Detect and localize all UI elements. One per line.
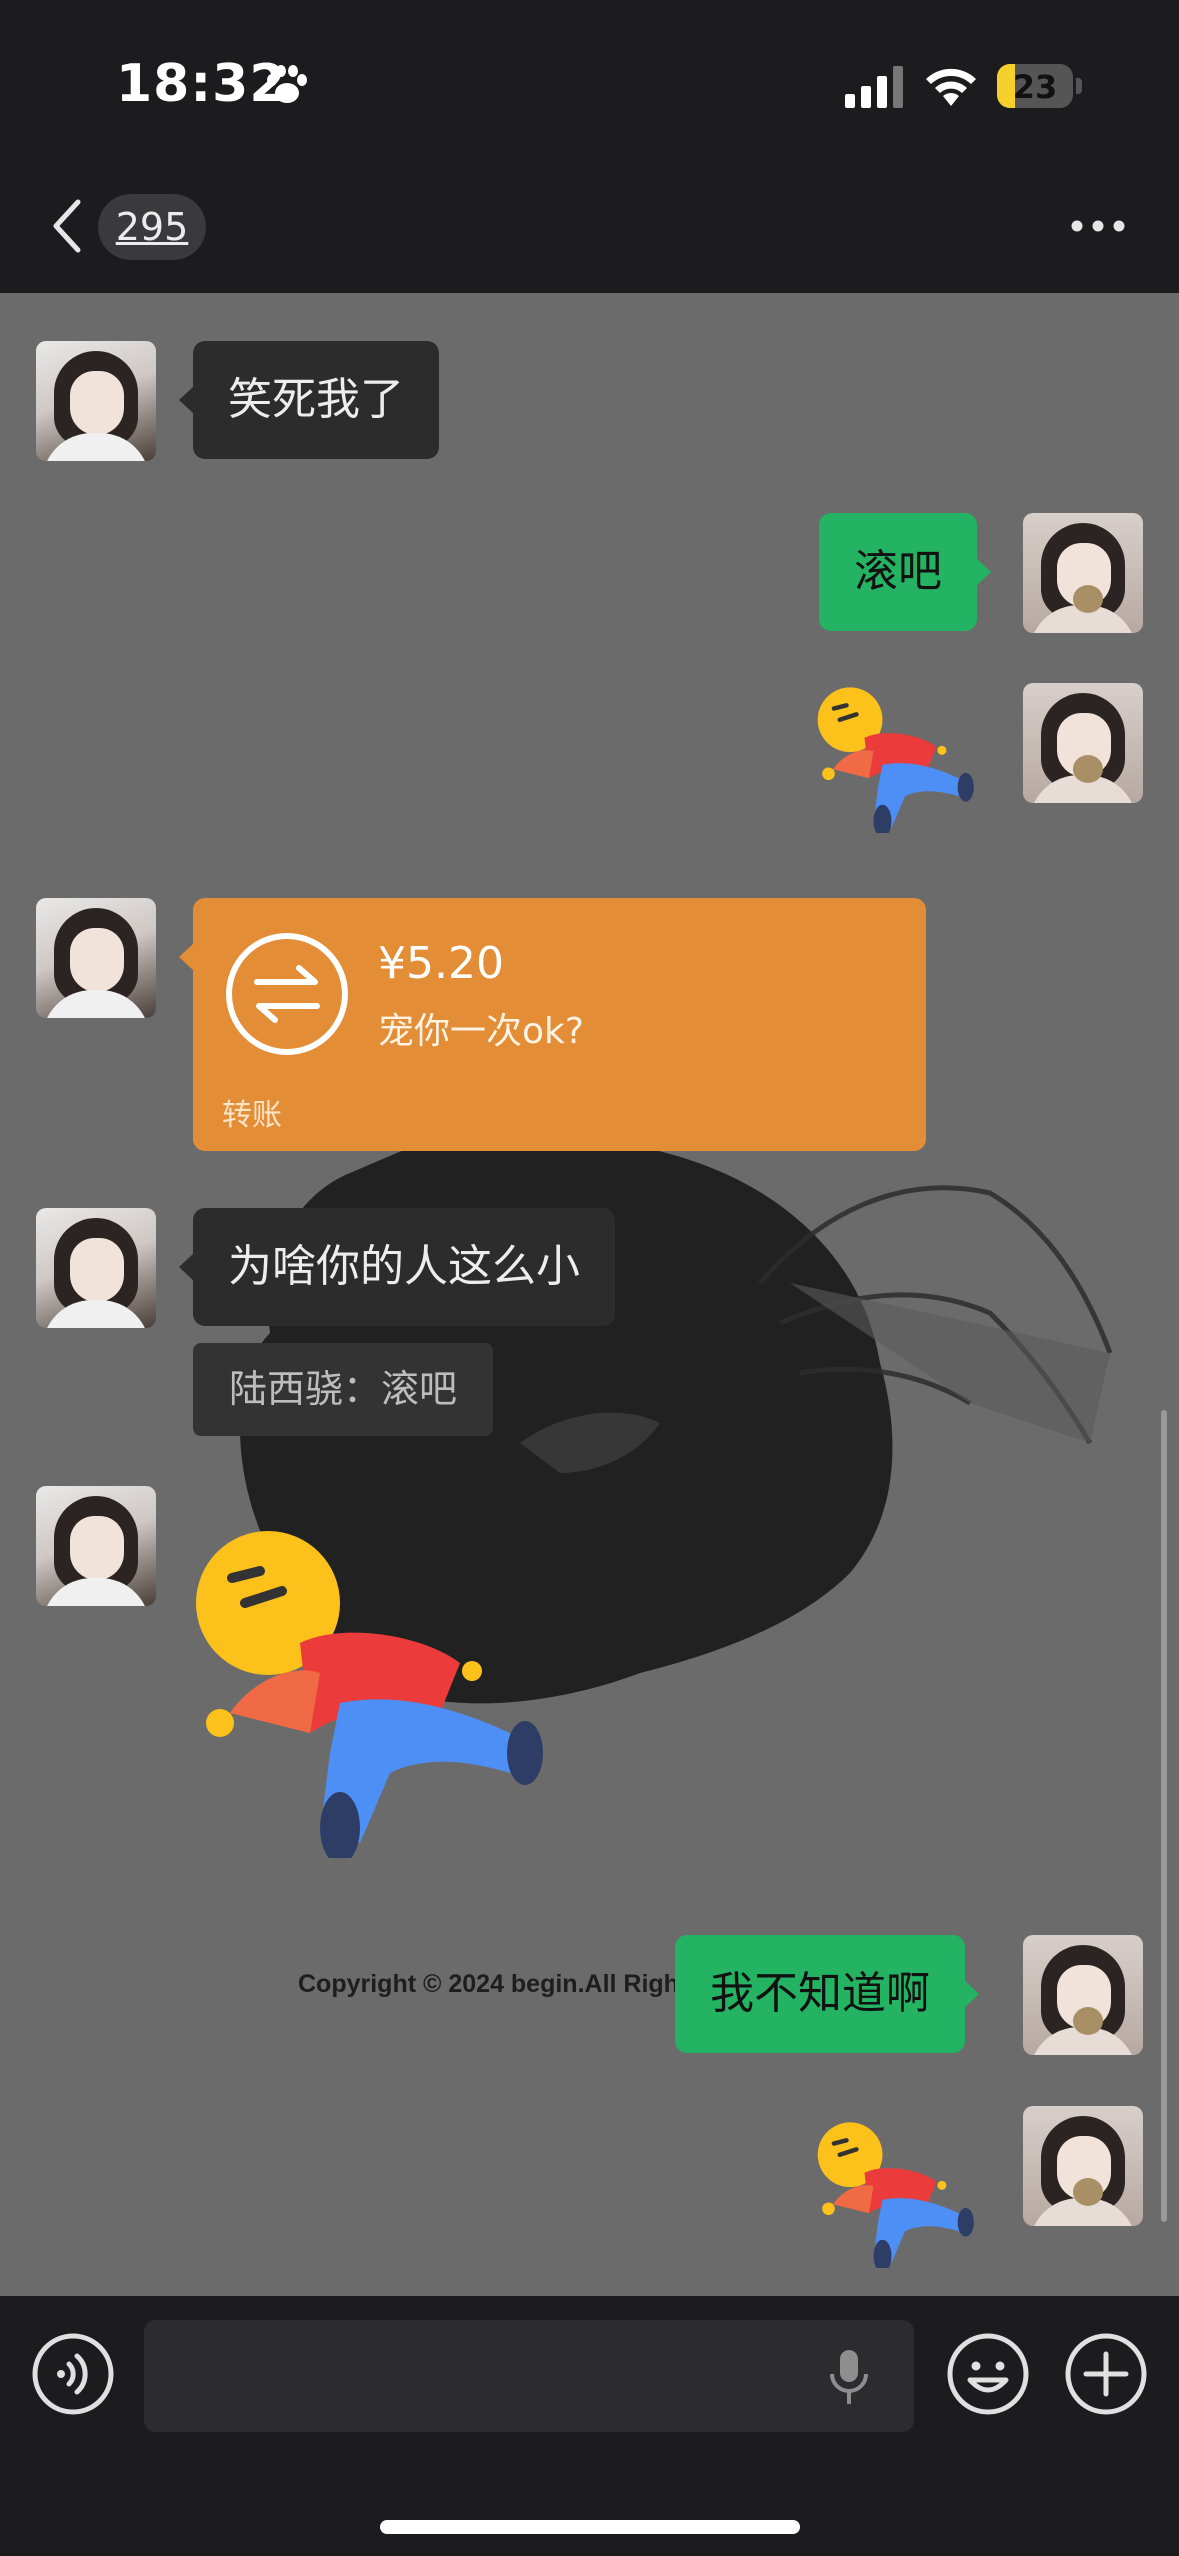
transfer-note: 宠你一次ok? (378, 1011, 584, 1052)
cellular-signal-icon (845, 66, 903, 108)
incoming-message-bubble[interactable]: 笑死我了 (179, 341, 439, 459)
my-avatar[interactable] (1023, 513, 1143, 633)
contact-avatar[interactable] (36, 898, 156, 1018)
chat-area[interactable]: Copyright © 2024 begin.All Righ 笑死我了 滚吧 … (0, 293, 1179, 2296)
lying-down-emoji-sticker[interactable] (815, 2118, 995, 2268)
avatar-face (70, 928, 124, 992)
my-avatar[interactable] (1023, 2106, 1143, 2226)
message-input[interactable] (144, 2320, 914, 2432)
paw-icon (267, 65, 307, 103)
outgoing-message-bubble[interactable]: 滚吧 (819, 513, 991, 631)
avatar-body (42, 990, 150, 1018)
contact-avatar[interactable] (36, 1486, 156, 1606)
avatar-face (70, 1238, 124, 1302)
avatar-face (70, 1516, 124, 1580)
voice-mode-icon[interactable] (31, 2332, 115, 2416)
wifi-icon (926, 68, 976, 106)
transfer-arrows-icon (226, 933, 348, 1055)
avatar-cookie (1073, 2007, 1103, 2035)
emoji-icon[interactable] (946, 2332, 1030, 2416)
quoted-reply[interactable]: 陆西骁：滚吧 (193, 1343, 494, 1436)
transfer-amount: ¥5.20 (378, 938, 504, 989)
contact-avatar[interactable] (36, 341, 156, 461)
chat-scrollbar[interactable] (1161, 1410, 1167, 2222)
more-options-icon[interactable] (1068, 208, 1128, 244)
status-time: 18:32 (116, 54, 287, 114)
avatar-face (70, 371, 124, 435)
money-transfer-card[interactable]: ¥5.20 宠你一次ok? 转账 (179, 898, 926, 1151)
incoming-message-bubble[interactable]: 为啥你的人这么小 (179, 1208, 615, 1326)
lying-down-emoji-sticker[interactable] (815, 683, 995, 833)
unread-count-badge[interactable]: 295 (98, 194, 206, 260)
battery-indicator: 23 (997, 64, 1073, 108)
my-avatar[interactable] (1023, 683, 1143, 803)
avatar-cookie (1073, 2178, 1103, 2206)
avatar-body (42, 1300, 150, 1328)
avatar-cookie (1073, 755, 1103, 783)
contact-avatar[interactable] (36, 1208, 156, 1328)
my-avatar[interactable] (1023, 1935, 1143, 2055)
avatar-cookie (1073, 585, 1103, 613)
home-indicator[interactable] (380, 2520, 800, 2534)
back-chevron-icon[interactable] (46, 196, 86, 256)
plus-icon[interactable] (1064, 2332, 1148, 2416)
battery-cap (1076, 78, 1082, 94)
input-bar (0, 2296, 1179, 2556)
wallpaper-copyright: Copyright © 2024 begin.All Righ (298, 1970, 679, 1998)
transfer-label: 转账 (222, 1098, 282, 1133)
top-bar: 18:32 23 295 (0, 0, 1179, 293)
battery-percent: 23 (1012, 68, 1058, 106)
avatar-body (42, 433, 150, 461)
avatar-body (42, 1578, 150, 1606)
lying-down-emoji-sticker[interactable] (190, 1518, 590, 1858)
outgoing-message-bubble[interactable]: 我不知道啊 (675, 1935, 979, 2053)
microphone-icon[interactable] (826, 2348, 872, 2408)
